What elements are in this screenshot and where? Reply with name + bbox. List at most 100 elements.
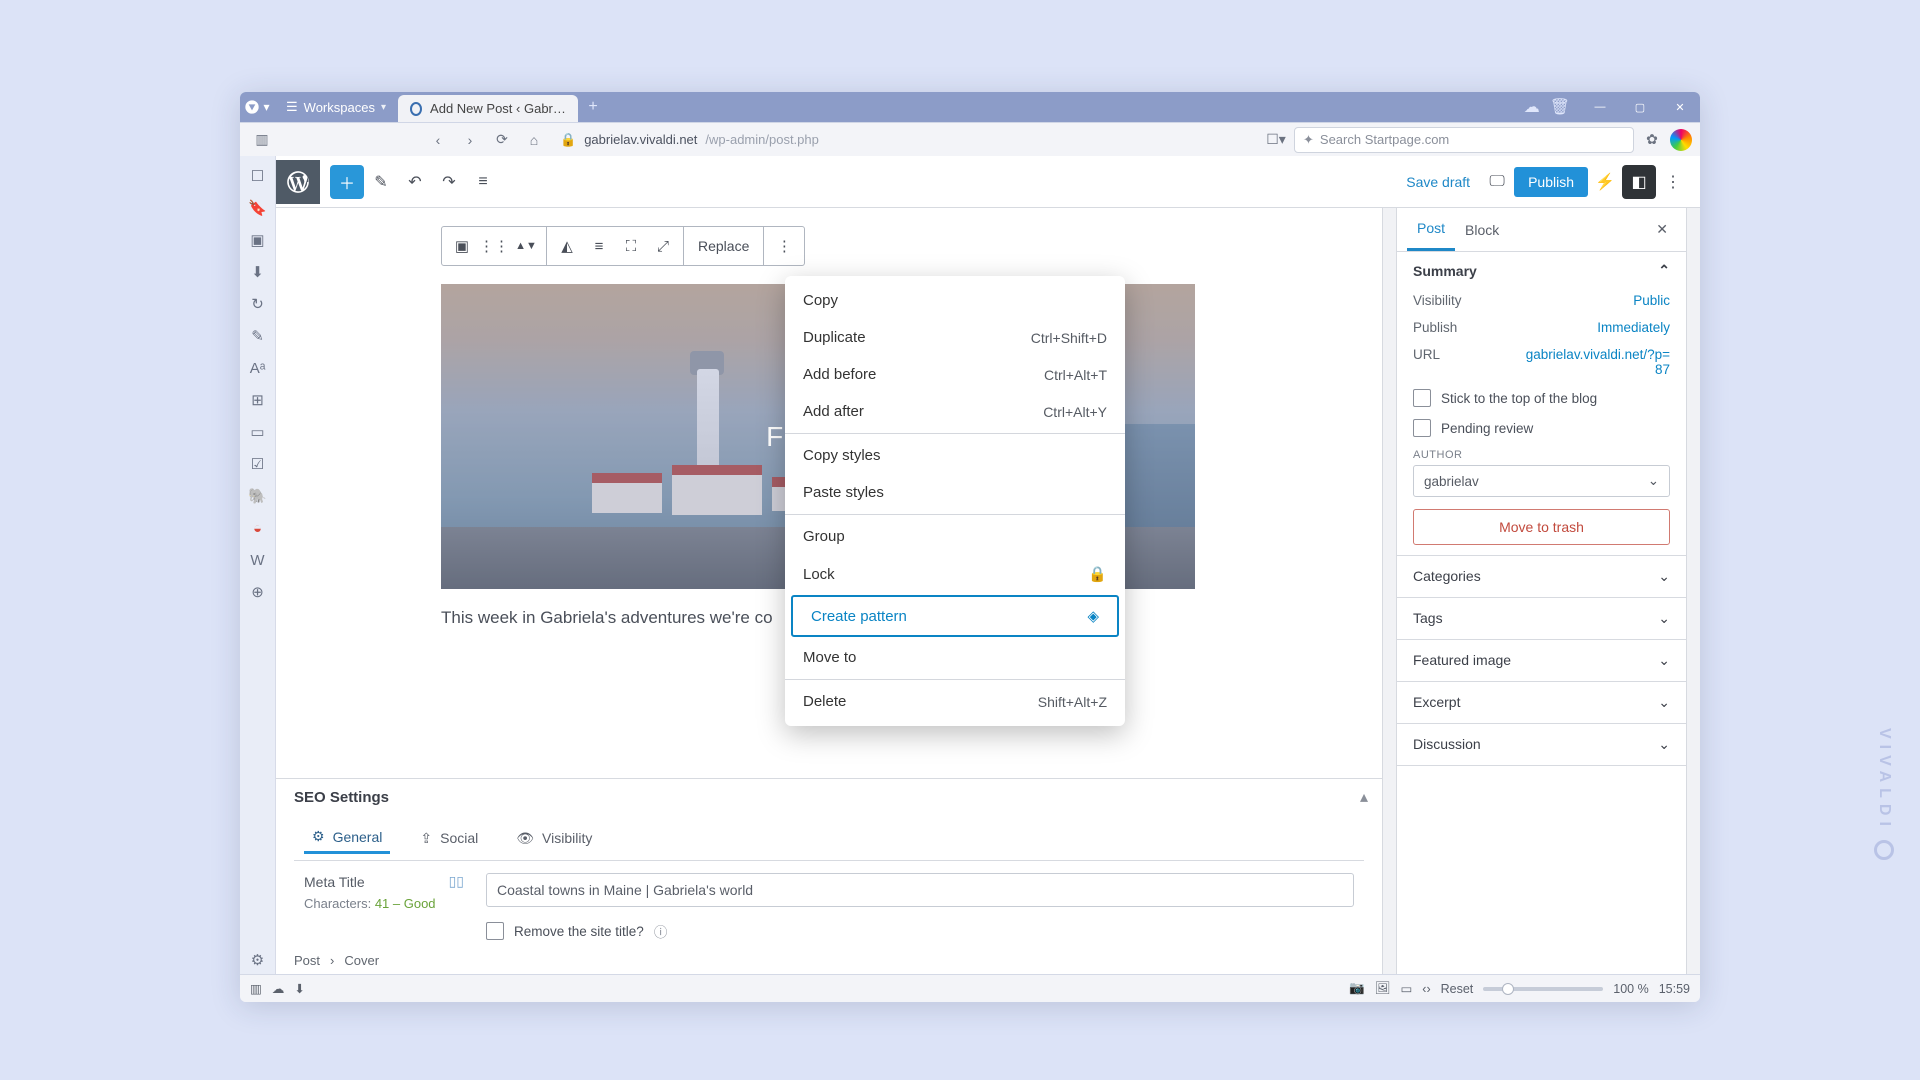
status-code-icon[interactable]: ‹› [1422,982,1430,996]
crumb-post[interactable]: Post [294,953,320,968]
publish-button[interactable]: Publish [1514,167,1588,197]
author-select[interactable]: gabrielav⌄ [1413,465,1670,497]
ctx-create-pattern[interactable]: Create pattern◈ [791,595,1119,637]
jetpack-button[interactable]: ⚡ [1588,165,1622,199]
status-download-icon[interactable]: ⬇ [294,981,304,996]
ctx-lock[interactable]: Lock🔒 [785,555,1125,593]
tab-block[interactable]: Block [1455,210,1509,250]
nav-reload-button[interactable]: ⟳ [488,126,516,154]
align-button[interactable]: ≡ [585,230,613,262]
panel-reading-list-button[interactable]: 🔖 [244,194,272,222]
sticky-checkbox[interactable] [1413,389,1431,407]
pending-checkbox[interactable] [1413,419,1431,437]
panel-tabs-button[interactable]: ▣ [244,226,272,254]
section-tags[interactable]: Tags⌄ [1397,598,1686,640]
vivaldi-menu-button[interactable]: ▾ [240,92,274,122]
settings-toggle-button[interactable]: ◧ [1622,165,1656,199]
panel-settings-button[interactable]: ⚙ [244,946,272,974]
section-discussion[interactable]: Discussion⌄ [1397,724,1686,766]
panel-tasks-button[interactable]: ☑ [244,450,272,478]
panel-toggle-button[interactable]: ▥ [248,126,276,154]
block-more-button[interactable]: ⋮ [770,230,798,262]
nav-back-button[interactable]: ‹ [424,126,452,154]
chevron-up-icon[interactable]: ⌃ [1658,262,1670,279]
section-categories[interactable]: Categories⌄ [1397,556,1686,598]
section-featured-image[interactable]: Featured image⌄ [1397,640,1686,682]
nav-forward-button[interactable]: › [456,126,484,154]
redo-button[interactable]: ↷ [432,165,466,199]
panel-downloads-button[interactable]: ⬇ [244,258,272,286]
options-button[interactable]: ⋮ [1656,165,1690,199]
ctx-add-after[interactable]: Add afterCtrl+Alt+Y [785,393,1125,430]
panel-sessions-button[interactable]: ▭ [244,418,272,446]
status-image-icon[interactable]: 🖼 [1375,981,1391,996]
ai-icon[interactable]: ▯▯ [449,873,464,890]
drag-handle-icon[interactable]: ⋮⋮ [480,230,508,262]
visibility-value[interactable]: Public [1633,293,1670,308]
seo-tab-social[interactable]: ⇪Social [412,822,486,854]
window-maximize-button[interactable]: ▢ [1620,92,1660,122]
window-close-button[interactable]: ✕ [1660,92,1700,122]
panel-add-button[interactable]: ⊕ [244,578,272,606]
help-icon[interactable]: ⓘ [654,921,668,941]
panel-notes-button[interactable]: ✎ [244,322,272,350]
editor-canvas[interactable]: ▣ ⋮⋮ ▲▼ ◭ ≡ ⛶ ⤢ Replace [276,208,1382,778]
seo-tab-general[interactable]: ⚙General [304,822,390,854]
wordpress-logo[interactable] [276,160,320,204]
publish-date-value[interactable]: Immediately [1597,320,1670,335]
seo-tab-visibility[interactable]: 👁Visibility [508,822,600,854]
sync-cloud-icon[interactable]: ☁ [1524,97,1540,117]
extensions-button[interactable]: ✿ [1638,126,1666,154]
ctx-duplicate[interactable]: DuplicateCtrl+Shift+D [785,319,1125,356]
new-tab-button[interactable]: + [578,92,608,122]
ctx-group[interactable]: Group [785,518,1125,555]
panel-bookmarks-button[interactable]: ☐ [244,162,272,190]
seo-collapse-button[interactable]: ▴ [1360,787,1368,807]
panel-translate-button[interactable]: Aᵃ [244,354,272,382]
ctx-add-before[interactable]: Add beforeCtrl+Alt+T [785,356,1125,393]
url-value[interactable]: gabrielav.vivaldi.net/?p=87 [1520,347,1670,377]
save-draft-button[interactable]: Save draft [1396,168,1480,196]
status-tiling-icon[interactable]: ▭ [1400,981,1412,996]
zoom-slider[interactable] [1483,987,1603,991]
move-handle-icon[interactable]: ▲▼ [512,230,540,262]
tab-post[interactable]: Post [1407,208,1455,251]
panel-wikipedia-button[interactable]: W [244,546,272,574]
replace-media-button[interactable]: Replace [690,230,757,262]
ctx-copy-styles[interactable]: Copy styles [785,437,1125,474]
content-position-button[interactable]: ◭ [553,230,581,262]
undo-button[interactable]: ↶ [398,165,432,199]
nav-home-button[interactable]: ⌂ [520,126,548,154]
url-field[interactable]: 🔒 gabrielav.vivaldi.net/wp-admin/post.ph… [552,127,1258,153]
profile-avatar[interactable] [1670,129,1692,151]
zoom-reset-button[interactable]: Reset [1441,982,1474,996]
ctx-move-to[interactable]: Move to [785,639,1125,676]
settings-close-button[interactable]: ✕ [1648,213,1676,246]
status-capture-icon[interactable]: 📷 [1349,981,1365,996]
ctx-copy[interactable]: Copy [785,282,1125,319]
move-to-trash-button[interactable]: Move to trash [1413,509,1670,545]
panel-window-button[interactable]: ⊞ [244,386,272,414]
section-excerpt[interactable]: Excerpt⌄ [1397,682,1686,724]
full-height-button[interactable]: ⛶ [617,230,645,262]
status-sync-icon[interactable]: ☁ [272,981,285,996]
block-inserter-button[interactable]: ＋ [330,165,364,199]
trash-icon[interactable]: 🗑 [1550,97,1570,117]
window-minimize-button[interactable]: — [1580,92,1620,122]
browser-tab-active[interactable]: Add New Post ‹ Gabriela's … [398,95,578,122]
panel-vivaldi-button[interactable]: ◒ [244,514,272,542]
settings-scrollbar[interactable] [1686,208,1700,974]
document-overview-button[interactable]: ≡ [466,165,500,199]
toggle-fullscreen-button[interactable]: ⤢ [649,230,677,262]
ctx-delete[interactable]: DeleteShift+Alt+Z [785,683,1125,720]
ctx-paste-styles[interactable]: Paste styles [785,474,1125,511]
panel-history-button[interactable]: ↻ [244,290,272,318]
status-panel-icon[interactable]: ▥ [250,981,262,996]
workspaces-button[interactable]: ☰ Workspaces ▾ [274,92,398,122]
meta-title-input[interactable]: Coastal towns in Maine | Gabriela's worl… [486,873,1354,907]
bookmark-button[interactable]: ☐▾ [1262,126,1290,154]
search-field[interactable]: ✦ Search Startpage.com [1294,127,1634,153]
block-type-cover-icon[interactable]: ▣ [448,230,476,262]
crumb-cover[interactable]: Cover [344,953,379,968]
panel-mastodon-button[interactable]: 🐘 [244,482,272,510]
